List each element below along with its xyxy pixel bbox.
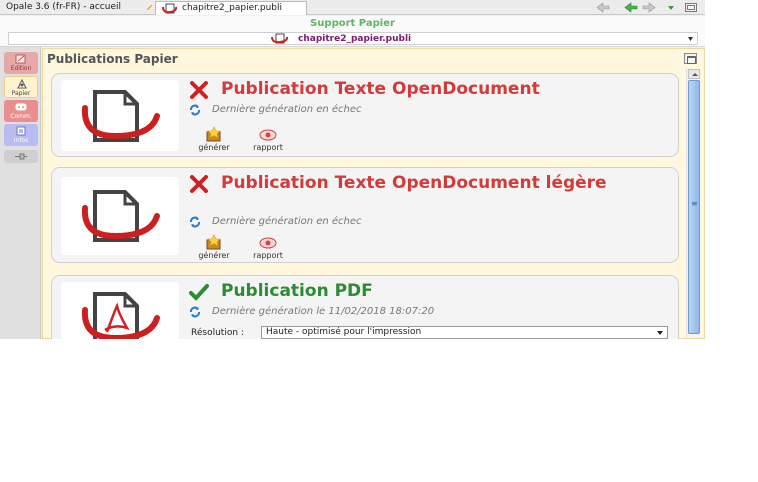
back-gray-icon[interactable] [596,2,610,13]
tab-chapitre2[interactable]: chapitre2_papier.publi [155,1,307,15]
tab-bar: Opale 3.6 (fr-FR) - accueil chapitre2_pa… [0,0,705,15]
document-icon [81,190,160,242]
generation-status: Dernière génération le 11/02/2018 18:07:… [189,306,619,318]
error-cross-icon [190,175,208,193]
publication-card-odt-light: Publication Texte OpenDocument légère De… [51,167,679,263]
publication-thumbnail [61,177,179,255]
publication-title: Publication PDF [221,281,373,301]
publication-thumbnail [61,80,179,151]
opale-window: Opale 3.6 (fr-FR) - accueil chapitre2_pa… [0,0,705,339]
publication-card-pdf: Publication PDF Dernière génération le 1… [51,275,679,339]
support-title: Support Papier [310,18,395,29]
publication-icon [271,33,289,44]
sidebar-plugin-button[interactable] [4,150,38,163]
tab-accueil-label: Opale 3.6 (fr-FR) - accueil [6,2,122,12]
sidebar-item-label: Papier [11,90,31,97]
resolution-label: Résolution : [191,328,244,338]
tab-chapitre2-label: chapitre2_papier.publi [182,3,283,13]
report-icon [259,129,277,141]
tab-accueil[interactable]: Opale 3.6 (fr-FR) - accueil [2,1,154,15]
vertical-scrollbar[interactable] [686,69,700,337]
sidebar: Edition Papier Comm. Infos [0,47,41,339]
generation-status-text: Dernière génération en échec [212,216,362,227]
sidebar-item-comm[interactable]: Comm. [4,100,38,122]
generation-status: Dernière génération en échec [189,104,619,116]
report-button[interactable]: rapport [246,234,290,262]
sidebar-item-infos[interactable]: Infos [4,124,38,146]
edit-icon [15,54,26,64]
panel-title: Publications Papier [47,52,178,66]
forward-arrow-icon[interactable] [642,2,656,13]
publication-card-odt: Publication Texte OpenDocument Dernière … [51,73,679,157]
maximize-icon[interactable] [684,53,697,64]
support-select[interactable]: chapitre2_papier.publi [8,32,698,45]
generate-icon [206,126,221,142]
sidebar-item-edition[interactable]: Edition [4,52,38,74]
generation-status-text: Dernière génération en échec [212,104,362,115]
support-header: Support Papier chapitre2_papier.publi [0,16,705,47]
generate-button[interactable]: générer [192,234,236,262]
support-select-value: chapitre2_papier.publi [298,34,412,44]
chevron-down-icon [688,37,693,41]
sidebar-item-label: Comm. [10,113,32,120]
report-label: rapport [253,143,283,152]
refresh-icon[interactable] [189,104,201,116]
back-arrow-icon[interactable] [624,2,638,13]
generate-label: générer [198,143,230,152]
generation-status-text: Dernière génération le 11/02/2018 18:07:… [212,306,435,317]
plugin-icon [15,153,27,160]
publications-panel: Publications Papier Publication Texte Op… [42,48,705,339]
generate-icon [206,234,221,250]
generation-status: Dernière génération en échec [189,216,619,228]
report-button[interactable]: rapport [246,126,290,154]
publication-thumbnail [61,282,179,339]
pdf-document-icon [81,292,160,339]
refresh-icon[interactable] [189,306,201,318]
pencil-icon [146,4,153,11]
success-check-icon [189,284,209,301]
publication-icon [162,3,178,14]
paper-icon [17,79,27,89]
error-cross-icon [190,81,208,99]
generate-button[interactable]: générer [192,126,236,154]
sidebar-item-papier[interactable]: Papier [4,76,38,98]
report-label: rapport [253,251,283,260]
scroll-up-button[interactable] [688,69,700,79]
document-icon [81,90,160,142]
history-dropdown-icon[interactable] [664,2,678,13]
scrollbar-thumb[interactable] [688,80,700,334]
refresh-icon[interactable] [189,216,201,228]
publications-list: Publication Texte OpenDocument Dernière … [51,71,681,339]
publication-title: Publication Texte OpenDocument [221,79,540,99]
resolution-select-value: Haute - optimisé pour l'impression [266,327,422,337]
sidebar-item-label: Edition [10,65,32,72]
generate-label: générer [198,251,230,260]
chevron-down-icon [657,331,663,335]
info-icon [16,126,26,136]
resolution-select[interactable]: Haute - optimisé pour l'impression [261,326,668,339]
report-icon [259,237,277,249]
sidebar-item-label: Infos [13,137,29,144]
publication-title: Publication Texte OpenDocument légère [221,173,607,193]
communication-icon [15,103,27,111]
window-restore-icon[interactable] [684,2,698,13]
